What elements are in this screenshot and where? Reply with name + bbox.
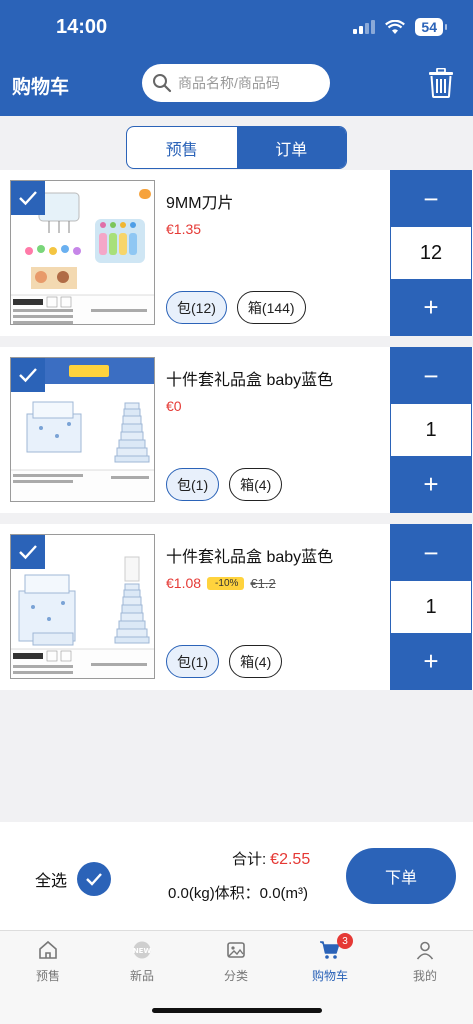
increase-button[interactable]: + [391, 456, 471, 512]
quantity-value[interactable]: 1 [391, 581, 471, 633]
decrease-button[interactable]: − [391, 525, 471, 581]
tabbar-item-profile[interactable]: 我的 [385, 939, 465, 984]
page-title: 购物车 [12, 77, 70, 98]
unit-box-option[interactable]: 箱(4) [229, 645, 283, 678]
total-label: 合计: [232, 851, 267, 868]
battery-indicator: 54 [415, 18, 447, 36]
tabbar-label: 预售 [35, 969, 60, 983]
cart-item: 十件套礼品盒 baby蓝色 €1.08 -10% €1.2 包(1) 箱(4) … [0, 524, 473, 690]
unit-options: 包(1) 箱(4) [166, 468, 283, 501]
price-value: €1.35 [166, 221, 202, 237]
price-value: €0 [166, 398, 182, 414]
search-icon [153, 74, 172, 93]
tabbar-label: 我的 [412, 969, 437, 983]
increase-button[interactable]: + [391, 633, 471, 689]
product-price: €1.35 [166, 221, 201, 237]
tabbar-item-cart[interactable]: 3 购物车 [290, 933, 370, 984]
tabbar-item-category[interactable]: 分类 [196, 939, 276, 984]
total: 合计: €2.55 [232, 848, 310, 869]
cart-badge: 3 [337, 933, 353, 949]
wifi-icon [385, 19, 406, 34]
product-image[interactable] [10, 357, 155, 502]
product-name: 十件套礼品盒 baby蓝色 [166, 372, 334, 389]
cart-item: 十件套礼品盒 baby蓝色 €0 包(1) 箱(4) − 1 + [0, 347, 473, 513]
price-value: €1.08 [166, 575, 202, 591]
status-time: 14:00 [56, 16, 108, 38]
unit-options: 包(12) 箱(144) [166, 291, 306, 324]
home-indicator [152, 1008, 322, 1013]
item-checkbox[interactable] [11, 535, 45, 569]
search-input[interactable] [178, 75, 328, 91]
tabbar-label: 分类 [223, 969, 248, 983]
tabbar-label: 新品 [129, 969, 154, 983]
product-name: 十件套礼品盒 baby蓝色 [166, 549, 334, 566]
unit-box-option[interactable]: 箱(4) [229, 468, 283, 501]
check-icon [86, 873, 102, 886]
top-bar: 14:00 54 购物车 [0, 0, 473, 116]
item-checkbox[interactable] [11, 181, 45, 215]
unit-box-option[interactable]: 箱(144) [236, 291, 306, 324]
delete-button[interactable] [424, 66, 458, 100]
cart-icon: 3 [319, 933, 353, 961]
decrease-button[interactable]: − [391, 171, 471, 227]
select-all[interactable]: 全选 [35, 862, 112, 896]
product-price: €1.08 -10% €1.2 [166, 575, 276, 591]
tabbar-item-presale[interactable]: 预售 [8, 939, 88, 984]
select-all-label: 全选 [35, 873, 68, 890]
quantity-value[interactable]: 12 [391, 227, 471, 279]
cart-item: 9MM刀片 €1.35 包(12) 箱(144) − 12 + [0, 170, 473, 336]
total-amount: €2.55 [270, 851, 311, 868]
quantity-stepper: − 1 + [390, 347, 472, 513]
product-image[interactable] [10, 180, 155, 325]
check-icon [19, 191, 37, 206]
svg-text:NEW: NEW [133, 947, 152, 955]
product-image[interactable] [10, 534, 155, 679]
search-box[interactable] [142, 64, 330, 102]
original-price: €1.2 [250, 575, 276, 591]
checkout-bar: 全选 合计: €2.55 0.0(kg)体积：0.0(m³) 下单 [0, 822, 473, 930]
discount-badge: -10% [207, 576, 245, 590]
select-all-checkbox[interactable] [77, 862, 112, 896]
product-price: €0 [166, 398, 182, 414]
tab-presale[interactable]: 预售 [127, 127, 237, 168]
home-icon [37, 939, 59, 961]
user-icon [414, 939, 436, 961]
status-icons: 54 [353, 18, 447, 36]
unit-pack-option[interactable]: 包(12) [166, 291, 227, 324]
check-icon [19, 368, 37, 383]
check-icon [19, 545, 37, 560]
unit-pack-option[interactable]: 包(1) [166, 468, 220, 501]
new-icon: NEW [131, 939, 153, 961]
tabbar-label: 购物车 [311, 969, 348, 983]
product-name: 9MM刀片 [166, 195, 234, 212]
item-checkbox[interactable] [11, 358, 45, 392]
trash-icon [429, 68, 453, 98]
signal-icon [353, 20, 376, 34]
decrease-button[interactable]: − [391, 348, 471, 404]
tabbar-item-new[interactable]: NEW 新品 [102, 939, 182, 984]
unit-options: 包(1) 箱(4) [166, 645, 283, 678]
increase-button[interactable]: + [391, 279, 471, 335]
weight-volume: 0.0(kg)体积：0.0(m³) [168, 885, 309, 902]
image-icon [225, 939, 247, 961]
segment-tabs: 预售 订单 [126, 126, 347, 169]
quantity-stepper: − 1 + [390, 524, 472, 690]
unit-pack-option[interactable]: 包(1) [166, 645, 220, 678]
tab-order[interactable]: 订单 [236, 127, 346, 168]
quantity-stepper: − 12 + [390, 170, 472, 336]
quantity-value[interactable]: 1 [391, 404, 471, 456]
place-order-button[interactable]: 下单 [346, 848, 456, 904]
